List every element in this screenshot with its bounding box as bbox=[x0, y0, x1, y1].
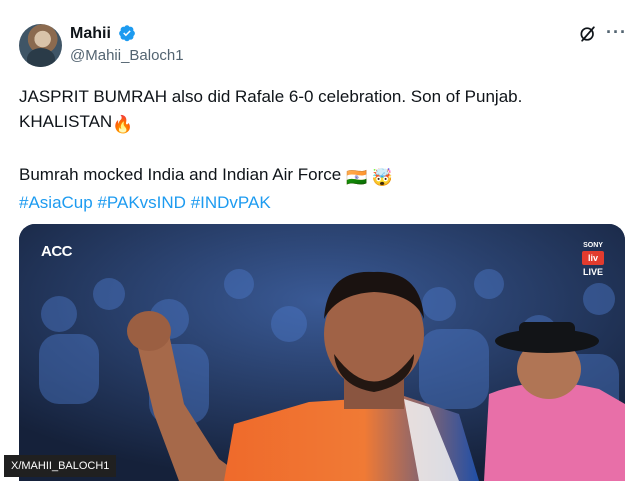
hashtag-row: #AsiaCup #PAKvsIND #INDvPAK bbox=[19, 190, 619, 215]
tweet-line: Bumrah mocked India and Indian Air Force… bbox=[19, 162, 619, 190]
liv-box: liv bbox=[582, 251, 604, 265]
tweet-line-text: KHALISTAN bbox=[19, 112, 113, 131]
india-flag-emoji-icon: 🇮🇳 bbox=[345, 168, 368, 187]
sony-liv-logo: SONY liv LIVE bbox=[578, 242, 608, 277]
tweet-media-image[interactable]: ACC SONY liv LIVE bbox=[19, 224, 625, 481]
exploding-head-emoji-icon: 🤯 bbox=[371, 168, 394, 187]
acc-logo: ACC bbox=[41, 243, 73, 260]
tweet-text: JASPRIT BUMRAH also did Rafale 6-0 celeb… bbox=[19, 84, 619, 215]
sony-brand-text: SONY bbox=[583, 242, 603, 249]
hashtag-link[interactable]: #PAKvsIND bbox=[97, 193, 186, 212]
hashtag-link[interactable]: #INDvPAK bbox=[191, 193, 271, 212]
tweet-card: Mahii @Mahii_Baloch1 ··· JASPRIT BUMRAH … bbox=[0, 0, 625, 481]
hashtag-link[interactable]: #AsiaCup bbox=[19, 193, 93, 212]
display-name[interactable]: Mahii bbox=[70, 25, 111, 43]
video-frame-illustration bbox=[19, 224, 625, 481]
live-label: LIVE bbox=[582, 267, 603, 277]
avatar-figure bbox=[27, 48, 55, 67]
image-credit-caption: X/MAHII_BALOCH1 bbox=[4, 455, 117, 477]
more-options-icon[interactable]: ··· bbox=[606, 22, 625, 43]
tweet-line: KHALISTAN🔥 bbox=[19, 109, 619, 137]
verified-badge-icon bbox=[119, 25, 135, 42]
line-break bbox=[19, 137, 619, 162]
user-handle[interactable]: @Mahii_Baloch1 bbox=[70, 47, 184, 64]
fire-emoji-icon: 🔥 bbox=[112, 115, 134, 134]
tweet-line-text: Bumrah mocked India and Indian Air Force bbox=[19, 165, 342, 184]
grok-icon[interactable] bbox=[578, 24, 598, 44]
avatar[interactable] bbox=[19, 24, 62, 67]
tweet-line: JASPRIT BUMRAH also did Rafale 6-0 celeb… bbox=[19, 87, 523, 106]
